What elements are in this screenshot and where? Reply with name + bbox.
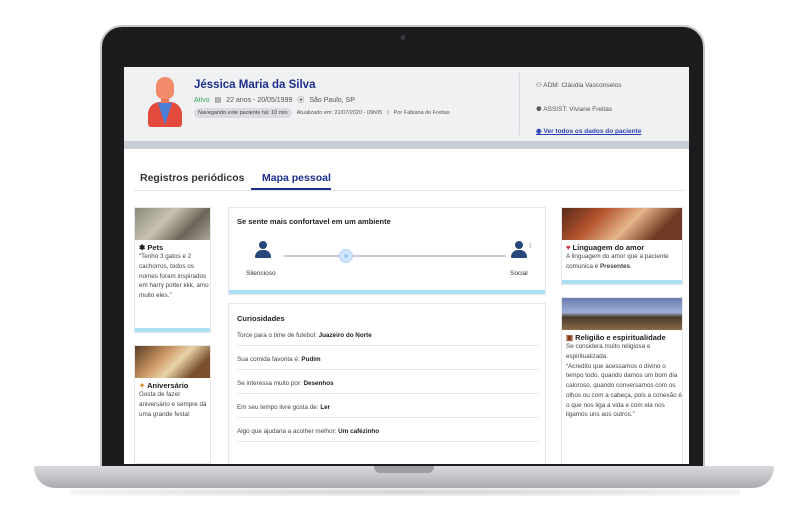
party-icon: ✦ [139, 381, 148, 390]
adm-info: ⚇ ADM: Cláudia Vasconselos [536, 82, 622, 89]
label-social: Social [510, 270, 528, 277]
quiet-person-icon [255, 241, 271, 259]
birthday-title: Aniversário [147, 381, 189, 390]
camera-dot [400, 35, 405, 40]
status-badge: Ativo [194, 96, 210, 104]
tabs-baseline [134, 190, 685, 191]
view-all-data-link[interactable]: ◉ Ver todos os dados do paciente [536, 127, 641, 135]
patient-meta: Navegando este paciente há: 10 min Atual… [194, 108, 450, 118]
speaking-icon: ⁝ [529, 243, 532, 250]
candle-icon: ▣ [566, 333, 576, 342]
environment-card: Se sente mais confortavel em um ambiente… [228, 207, 546, 295]
list-item: Em seu tempo livre gosta de: Ler [237, 404, 539, 418]
card-accent-bar [135, 328, 210, 332]
patient-name: Jéssica Maria da Silva [194, 79, 316, 91]
environment-slider-knob [339, 249, 354, 263]
pets-title: Pets [147, 243, 164, 252]
curiosities-title: Curiosidades [237, 314, 285, 323]
religion-photo [562, 298, 682, 330]
birthday-text: Gosta de fazer aniversário e sempre dá u… [139, 391, 207, 418]
location-pin-icon: ⦿ [297, 97, 305, 104]
header-divider [519, 73, 520, 135]
patient-info: Ativo ▤ 22 anos - 20/05/1999 ⦿ São Paulo… [194, 95, 355, 105]
laptop-base [34, 466, 774, 488]
laptop-shadow [70, 488, 740, 496]
label-silencioso: Silencioso [246, 270, 276, 277]
avatar [146, 77, 184, 127]
browsing-time-pill: Navegando este paciente há: 10 min [194, 108, 292, 118]
active-tab-indicator [251, 188, 331, 190]
list-item: Se interessa muito por: Desenhos [237, 380, 539, 394]
assist-info: ⚈ ASSIST: Viviane Freitas [536, 106, 613, 113]
birthday-card: ✦ Aniversário Gosta de fazer aniversário… [134, 345, 211, 464]
pets-text: “Tenho 3 gatos e 2 cachorros, todos os n… [139, 253, 209, 299]
tab-mapa-pessoal[interactable]: Mapa pessoal [262, 172, 331, 184]
patient-header: Jéssica Maria da Silva Ativo ▤ 22 anos -… [124, 67, 689, 149]
tab-registros-periodicos[interactable]: Registros periódicos [140, 172, 244, 184]
love-title: Linguagem do amor [572, 243, 645, 252]
pets-card: ✽ Pets “Tenho 3 gatos e 2 cachorros, tod… [134, 207, 211, 333]
environment-title: Se sente mais confortavel em um ambiente [237, 217, 391, 226]
laptop-frame: Jéssica Maria da Silva Ativo ▤ 22 anos -… [100, 25, 705, 470]
card-accent-bar [229, 290, 545, 294]
curiosities-card: Curiosidades Torce para o time de futebo… [228, 303, 546, 464]
laptop-notch [374, 466, 434, 473]
updated-at: Atualizado em: 21/07/2020 - 09h05 [296, 110, 383, 116]
love-language-card: ♥ Linguagem do amor A linguagem do amor … [561, 207, 683, 285]
love-photo [562, 208, 682, 240]
app-screen: Jéssica Maria da Silva Ativo ▤ 22 anos -… [124, 67, 689, 464]
calendar-icon: ▤ [214, 97, 222, 104]
list-item: Torce para o time de futebol: Juazeiro d… [237, 332, 539, 346]
social-person-icon [511, 241, 527, 259]
card-accent-bar [562, 280, 682, 284]
header-accent-bar [124, 141, 689, 149]
religion-card: ▣ Religião e espiritualidade Se consider… [561, 297, 683, 464]
religion-text-1: Se considera muito religiosa e espiritua… [566, 343, 651, 360]
religion-title: Religião e espiritualidade [575, 333, 666, 342]
birth-date: 22 anos - 20/05/1999 [226, 96, 293, 104]
birthday-photo [135, 346, 210, 378]
list-item: Algo que ajudaria a acolher melhor: Um c… [237, 428, 539, 442]
updated-by: Por Fabiana de Freitas [393, 110, 450, 116]
list-item: Sua comida favorita é: Pudim [237, 356, 539, 370]
pets-photo [135, 208, 210, 240]
religion-text-2: “Acredito que acessamos o divino o tempo… [566, 362, 682, 419]
location: São Paulo, SP [309, 96, 355, 104]
love-value: Presentes [599, 262, 631, 270]
environment-slider-track [284, 255, 506, 257]
